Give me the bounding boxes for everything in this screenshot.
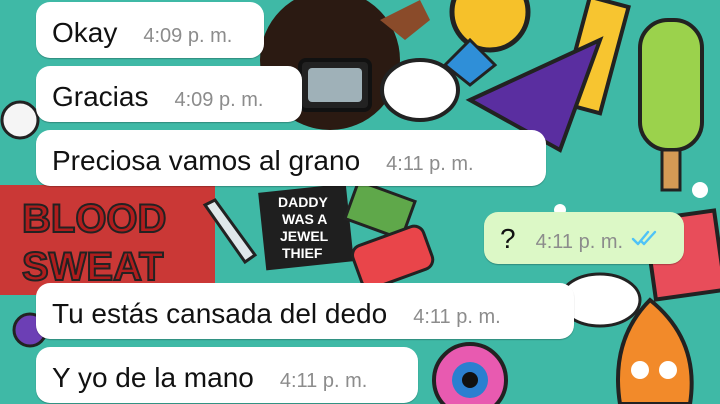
message-text: Y yo de la mano — [52, 362, 254, 393]
message-text: Preciosa vamos al grano — [52, 145, 361, 176]
message-timestamp: 4:11 p. m. — [386, 153, 474, 175]
message-timestamp: 4:09 p. m. — [143, 25, 233, 47]
message-bubble-outgoing[interactable]: ? 4:11 p. m. — [484, 212, 684, 264]
wallpaper-blood: BLOOD — [22, 197, 166, 241]
wallpaper-daddy: DADDY — [278, 194, 328, 210]
wallpaper-jewel: JEWEL — [280, 228, 329, 244]
message-text: ? — [500, 223, 516, 254]
message-timestamp: 4:11 p. m. — [535, 231, 624, 253]
message-bubble-incoming[interactable]: Preciosa vamos al grano 4:11 p. m. — [36, 130, 546, 186]
message-timestamp: 4:09 p. m. — [174, 89, 264, 111]
message-bubble-incoming[interactable]: Okay 4:09 p. m. — [36, 2, 264, 58]
message-timestamp: 4:11 p. m. — [279, 370, 368, 392]
message-text: Okay — [52, 17, 118, 48]
message-text: Gracias — [52, 81, 149, 112]
message-text: Tu estás cansada del dedo — [52, 298, 388, 329]
wallpaper-was-a: WAS A — [282, 211, 327, 227]
double-check-icon — [631, 229, 659, 252]
chat-wallpaper: BLOOD SWEAT DADDY WAS A JEWEL THIEF — [0, 0, 720, 404]
message-bubble-incoming[interactable]: Tu estás cansada del dedo 4:11 p. m. — [36, 283, 574, 339]
message-bubble-incoming[interactable]: Y yo de la mano 4:11 p. m. — [36, 347, 418, 403]
wallpaper-thief: THIEF — [282, 245, 323, 261]
message-timestamp: 4:11 p. m. — [413, 306, 501, 328]
message-bubble-incoming[interactable]: Gracias 4:09 p. m. — [36, 66, 302, 122]
